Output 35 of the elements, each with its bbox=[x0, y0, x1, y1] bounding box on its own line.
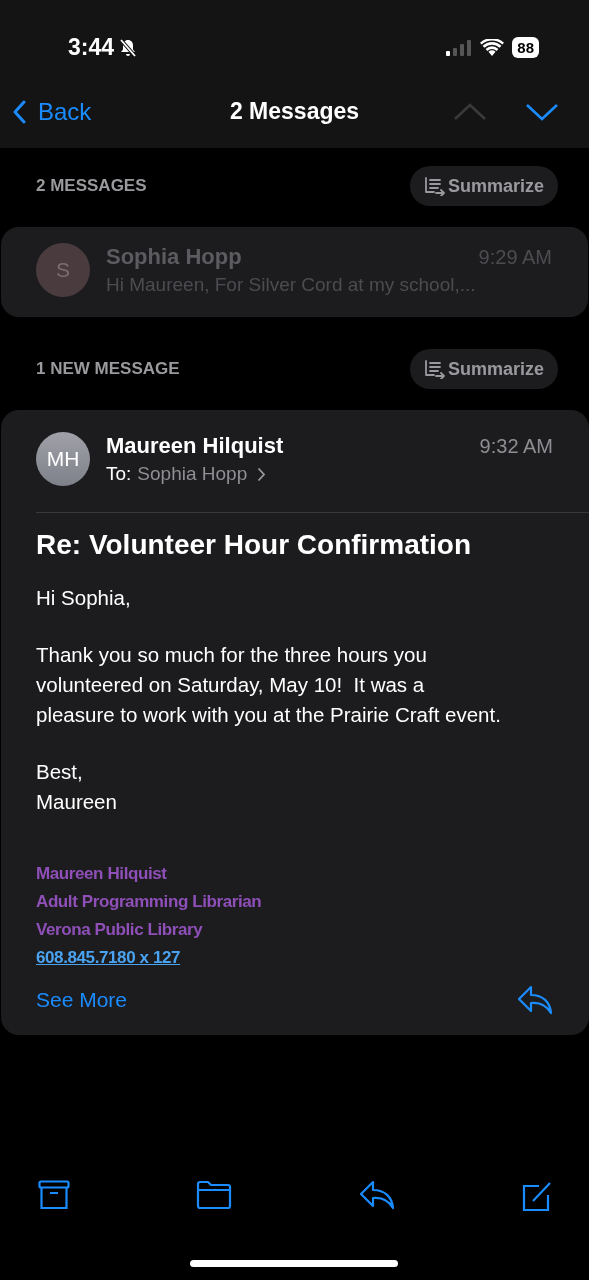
section-heading: 2 MESSAGES bbox=[36, 176, 147, 196]
wifi-icon bbox=[480, 39, 505, 56]
chevron-right-icon bbox=[257, 466, 267, 482]
battery-indicator: 88 bbox=[512, 37, 539, 58]
signal-icon bbox=[446, 39, 473, 56]
reply-icon[interactable] bbox=[517, 985, 553, 1015]
summarize-button[interactable]: Summarize bbox=[409, 349, 558, 389]
see-more-link[interactable]: See More bbox=[36, 988, 128, 1012]
folder-icon[interactable] bbox=[196, 1180, 233, 1210]
message-time: 9:32 AM bbox=[479, 435, 553, 458]
avatar: MH bbox=[36, 432, 90, 486]
summarize-button[interactable]: Summarize bbox=[409, 166, 558, 206]
body-paragraph: Hi Sophia, bbox=[36, 585, 132, 611]
summary-lines-icon bbox=[423, 359, 446, 379]
body-paragraph: Best, Maureen bbox=[36, 759, 118, 815]
recipient-link[interactable]: Sophia Hopp bbox=[137, 463, 248, 485]
archive-icon[interactable] bbox=[38, 1180, 70, 1210]
message-subject: Re: Volunteer Hour Confirmation bbox=[36, 529, 473, 561]
back-button[interactable]: Back bbox=[12, 97, 92, 126]
summary-lines-icon bbox=[423, 176, 446, 196]
phone-link[interactable]: 608.845.7180 x 127 bbox=[36, 946, 181, 969]
signature-line: Verona Public Library bbox=[36, 919, 203, 941]
status-time: 3:44 bbox=[68, 34, 115, 61]
signature-line: Maureen Hilquist bbox=[36, 863, 167, 885]
chevron-down-icon[interactable] bbox=[525, 102, 559, 121]
reply-icon[interactable] bbox=[358, 1180, 395, 1210]
nav-title: 2 Messages bbox=[229, 98, 360, 125]
signature-line: Adult Programming Librarian bbox=[36, 891, 262, 913]
to-label: To: bbox=[106, 463, 132, 485]
body-paragraph: Thank you so much for the three hours you volunteered on Saturday, May 10! It was a pleasure to work with you at the Prairie Craft event. bbox=[36, 642, 502, 728]
compose-icon[interactable] bbox=[521, 1180, 553, 1212]
sender-name: Sophia Hopp bbox=[106, 244, 242, 270]
section-heading: 1 NEW MESSAGE bbox=[36, 359, 180, 379]
sender-name: Maureen Hilquist bbox=[106, 433, 284, 459]
chevron-left-icon bbox=[12, 99, 26, 124]
